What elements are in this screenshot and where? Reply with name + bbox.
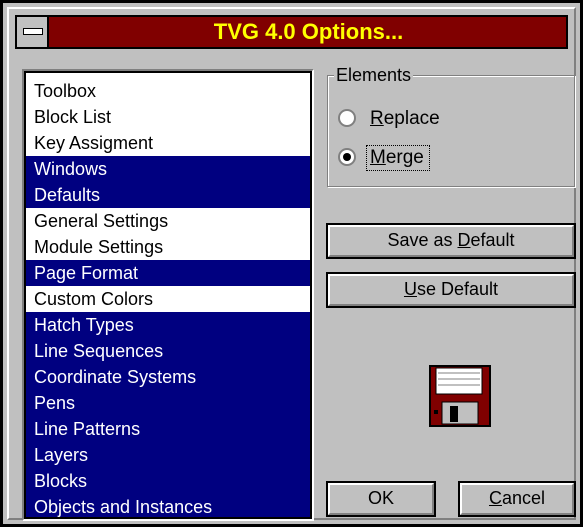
use-label-mnemonic: U bbox=[403, 279, 417, 299]
list-item[interactable]: Module Settings bbox=[26, 234, 310, 260]
options-listbox-inner[interactable]: Toolbox Block List Key Assigment Windows Def… bbox=[24, 71, 312, 519]
floppy-disk-icon bbox=[429, 365, 491, 427]
merge-mnemonic: M bbox=[370, 147, 386, 168]
title-bar[interactable]: TVG 4.0 Options... bbox=[15, 15, 568, 49]
list-item[interactable]: Line Sequences bbox=[26, 338, 310, 364]
replace-radio-label[interactable]: Replace bbox=[370, 106, 440, 132]
merge-label-rest: erge bbox=[385, 147, 424, 168]
system-menu-bar bbox=[23, 28, 43, 35]
ok-button[interactable]: OK bbox=[326, 481, 436, 517]
cancel-button[interactable]: Cancel bbox=[458, 481, 576, 517]
options-dialog: TVG 4.0 Options... Toolbox Block List Key … bbox=[0, 0, 583, 527]
cancel-label-mnemonic: C bbox=[488, 488, 502, 508]
merge-radio-circle[interactable] bbox=[338, 148, 356, 166]
use-default-button[interactable]: Use Default bbox=[326, 272, 576, 308]
merge-radio-dot bbox=[343, 153, 351, 161]
options-listbox[interactable]: Toolbox Block List Key Assigment Windows Def… bbox=[22, 69, 314, 521]
save-label-post: efault bbox=[470, 230, 515, 250]
list-item[interactable]: Page Format bbox=[26, 260, 310, 286]
list-item[interactable]: Defaults bbox=[26, 182, 310, 208]
list-item[interactable]: Blocks bbox=[26, 468, 310, 494]
save-as-default-button[interactable]: Save as Default bbox=[326, 223, 576, 259]
replace-radio-circle[interactable] bbox=[338, 109, 356, 127]
cancel-label-post: ancel bbox=[501, 488, 546, 508]
use-button-label: Use Default bbox=[404, 279, 498, 299]
save-button-label: Save as Default bbox=[387, 230, 514, 250]
list-item[interactable]: Key Assigment bbox=[26, 130, 310, 156]
list-item[interactable]: Objects and Instances bbox=[26, 494, 310, 517]
list-item[interactable]: Hatch Types bbox=[26, 312, 310, 338]
merge-radio-label[interactable]: Merge bbox=[370, 145, 424, 171]
list-item[interactable]: Windows bbox=[26, 156, 310, 182]
save-label-mnemonic: D bbox=[457, 230, 471, 250]
list-item[interactable]: Block List bbox=[26, 104, 310, 130]
cancel-button-label: Cancel bbox=[489, 488, 545, 508]
replace-mnemonic: R bbox=[370, 108, 384, 129]
elements-group-label: Elements bbox=[334, 63, 414, 87]
replace-label-rest: eplace bbox=[383, 108, 440, 129]
list-item[interactable]: Line Patterns bbox=[26, 416, 310, 442]
list-item[interactable]: Toolbox bbox=[26, 78, 310, 104]
elements-groupbox: Elements Replace Merge bbox=[327, 63, 575, 187]
list-item[interactable]: Custom Colors bbox=[26, 286, 310, 312]
list-item[interactable]: Layers bbox=[26, 442, 310, 468]
list-item[interactable]: Pens bbox=[26, 390, 310, 416]
use-label-post: se Default bbox=[416, 279, 499, 299]
list-item[interactable]: Coordinate Systems bbox=[26, 364, 310, 390]
list-item[interactable]: General Settings bbox=[26, 208, 310, 234]
system-menu-icon[interactable] bbox=[17, 17, 49, 47]
window-title: TVG 4.0 Options... bbox=[213, 19, 404, 44]
ok-button-label: OK bbox=[367, 488, 394, 508]
save-label-pre: Save as bbox=[387, 230, 458, 250]
